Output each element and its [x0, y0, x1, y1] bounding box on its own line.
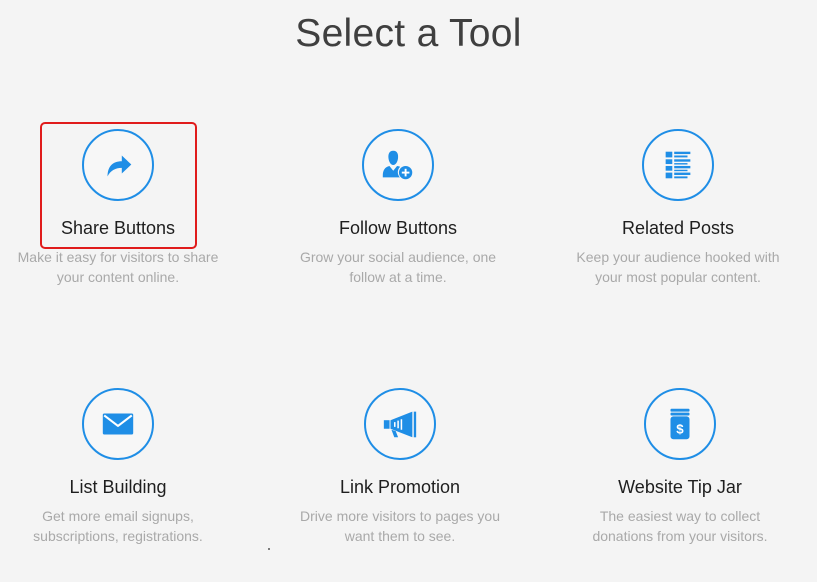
page-title: Select a Tool [295, 12, 522, 55]
tip-jar-icon: $ [670, 408, 690, 440]
tool-description: Keep your audience hooked with your most… [576, 249, 780, 285]
tool-description: Make it easy for visitors to share your … [17, 249, 219, 285]
tool-title[interactable]: List Building [0, 476, 243, 498]
website-tip-jar-icon-circle[interactable]: $ [644, 388, 716, 460]
list-icon [665, 151, 691, 179]
tool-description: Get more email signups, subscriptions, r… [33, 508, 203, 544]
add-user-icon [382, 150, 413, 180]
tool-related-posts[interactable]: Related Posts Keep your audience hooked … [553, 129, 803, 287]
related-posts-icon-circle[interactable] [642, 129, 714, 201]
dollar-sign-glyph: $ [676, 422, 684, 437]
tool-description: Drive more visitors to pages you want th… [300, 508, 500, 544]
share-arrow-icon [107, 155, 132, 177]
follow-buttons-icon-circle[interactable] [362, 129, 434, 201]
tool-follow-buttons[interactable]: Follow Buttons Grow your social audience… [273, 129, 523, 287]
link-promotion-icon-circle[interactable] [364, 388, 436, 460]
tool-description: Grow your social audience, one follow at… [299, 249, 497, 285]
tool-share-buttons[interactable]: Share Buttons Make it easy for visitors … [0, 129, 243, 287]
tool-title[interactable]: Follow Buttons [273, 217, 523, 239]
tool-description: The easiest way to collect donations fro… [592, 508, 768, 544]
tool-title[interactable]: Link Promotion [275, 476, 525, 498]
tool-title[interactable]: Related Posts [553, 217, 803, 239]
list-building-icon-circle[interactable] [82, 388, 154, 460]
tool-list-building[interactable]: List Building Get more email signups, su… [0, 388, 243, 546]
tool-title[interactable]: Share Buttons [0, 217, 243, 239]
tool-link-promotion[interactable]: Link Promotion Drive more visitors to pa… [275, 388, 525, 546]
share-buttons-icon-circle[interactable] [82, 129, 154, 201]
tool-title[interactable]: Website Tip Jar [555, 476, 805, 498]
megaphone-icon [383, 411, 417, 438]
stray-dot [268, 548, 270, 550]
tool-website-tip-jar[interactable]: $ Website Tip Jar The easiest way to col… [555, 388, 805, 546]
envelope-icon [102, 413, 134, 435]
